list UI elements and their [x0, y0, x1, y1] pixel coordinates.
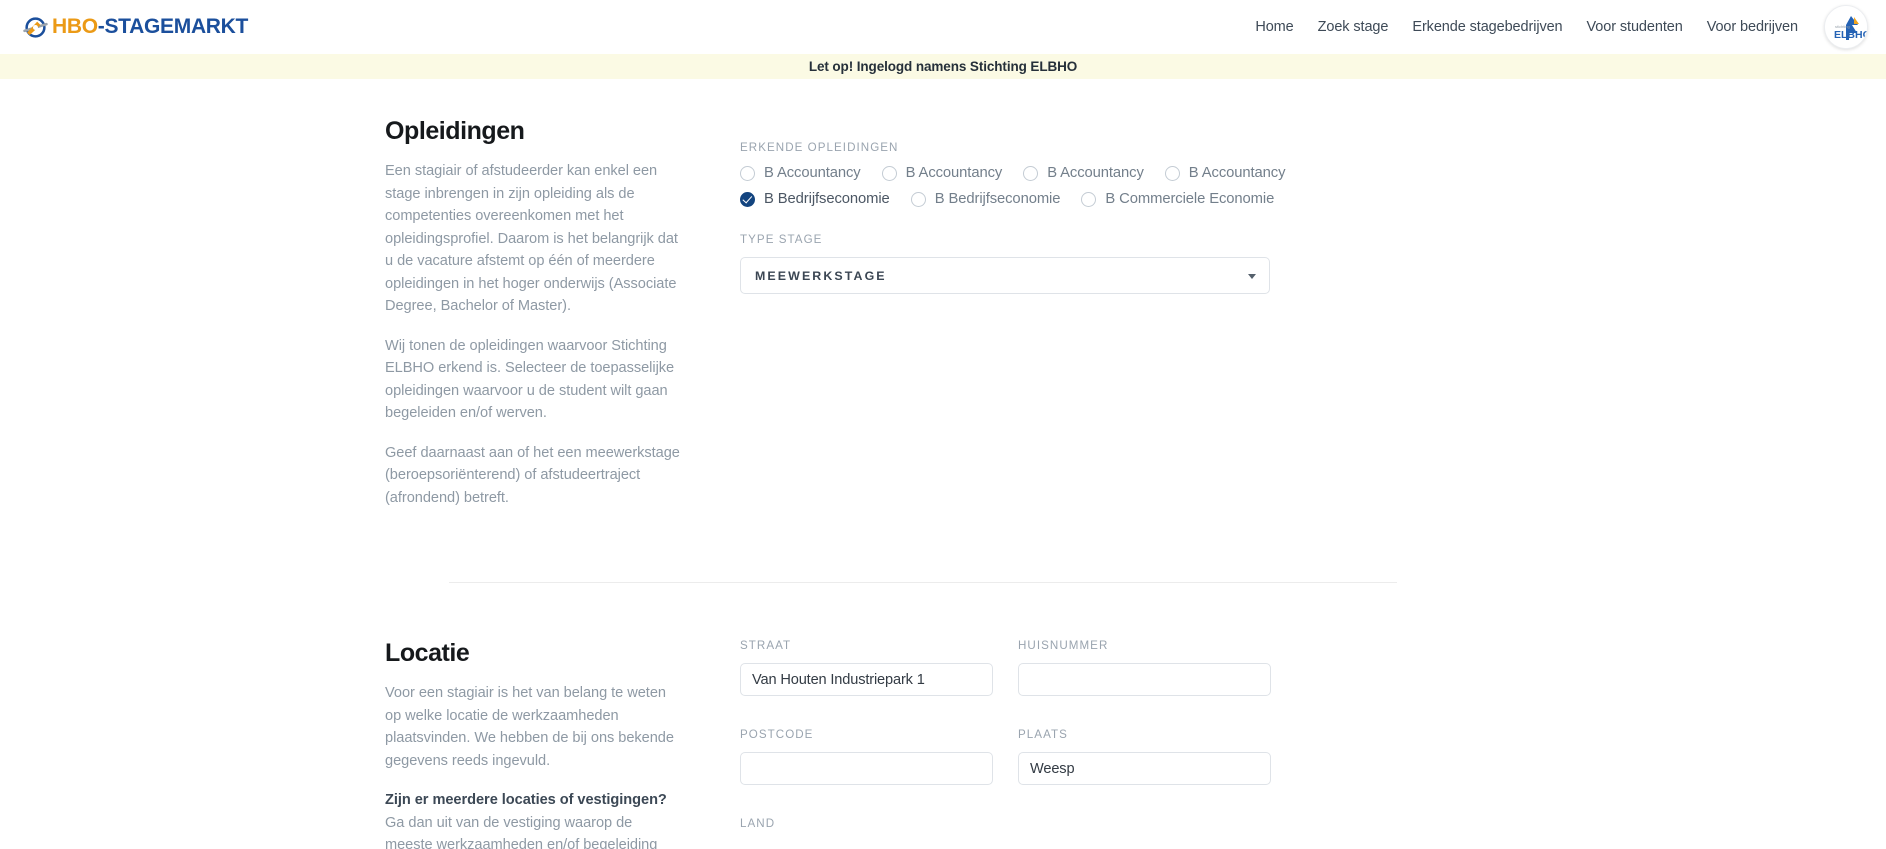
impersonation-alert-banner: Let op! Ingelogd namens Stichting ELBHO	[0, 54, 1886, 79]
opleidingen-paragraph-3: Geef daarnaast aan of het een meewerksta…	[385, 444, 680, 506]
site-header: HBO-STAGEMARKT Home Zoek stage Erkende s…	[0, 0, 1886, 54]
checkbox-item-commerciele-economie[interactable]: B Commerciele Economie	[1081, 191, 1274, 207]
address-input-grid: STRAAT HUISNUMMER POSTCODE PLAATS	[740, 639, 1513, 849]
label-huisnummer: HUISNUMMER	[1018, 639, 1109, 652]
chevron-down-icon[interactable]	[1248, 273, 1256, 279]
label-land: LAND	[740, 817, 776, 830]
straat-input[interactable]	[740, 663, 993, 696]
checkbox-row-1: B Accountancy B Accountancy B Accountanc…	[740, 165, 1513, 181]
alert-message: Let op! Ingelogd namens Stichting ELBHO	[808, 59, 1078, 74]
field-straat: STRAAT	[740, 639, 993, 696]
checkbox-label: B Accountancy	[764, 165, 861, 181]
page-title-opleidingen: Opleidingen	[385, 117, 525, 145]
opleidingen-paragraph-1: Een stagiair of afstudeerder kan enkel e…	[385, 163, 678, 314]
checkbox-icon[interactable]	[740, 165, 755, 181]
brand-text-hbo: HBO	[52, 15, 98, 38]
checkbox-item-bedrijfseconomie-2[interactable]: B Bedrijfseconomie	[910, 191, 1061, 207]
label-straat: STRAAT	[740, 639, 792, 652]
opleidingen-paragraph-2: Wij tonen de opleidingen waarvoor Sticht…	[385, 337, 675, 422]
checkbox-label: B Commerciele Economie	[1105, 191, 1275, 207]
checkbox-row-2: B Bedrijfseconomie B Bedrijfseconomie B …	[740, 191, 1513, 207]
checkbox-label: B Accountancy	[905, 165, 1003, 181]
page-body: Opleidingen Een stagiair of afstudeerder…	[0, 79, 1886, 849]
label-erkende-opleidingen: ERKENDE OPLEIDINGEN	[740, 141, 899, 154]
plaats-input[interactable]	[1018, 752, 1271, 785]
checkbox-icon-checked[interactable]	[740, 191, 755, 207]
avatar-elbho[interactable]: ELBHO stichting	[1824, 5, 1868, 49]
checkbox-label: B Bedrijfseconomie	[934, 191, 1061, 207]
field-plaats: PLAATS	[1018, 728, 1271, 785]
section-divider	[449, 582, 1397, 583]
compass-logo-icon	[22, 14, 49, 41]
checkbox-label: B Bedrijfseconomie	[764, 191, 890, 207]
brand-text-stagemarkt: STAGEMARKT	[104, 15, 249, 38]
nav-item-home[interactable]: Home	[1243, 13, 1305, 41]
postcode-input[interactable]	[740, 752, 993, 785]
field-postcode: POSTCODE	[740, 728, 993, 785]
checkbox-icon[interactable]	[1023, 165, 1039, 181]
type-stage-select[interactable]: MEEWERKSTAGE	[740, 257, 1270, 294]
checkbox-icon[interactable]	[881, 165, 897, 181]
locatie-question-answer: Ga dan uit van de vestiging waarop de me…	[385, 814, 658, 849]
checkbox-item-bedrijfseconomie-1[interactable]: B Bedrijfseconomie	[740, 191, 890, 207]
svg-text:stichting: stichting	[1835, 24, 1850, 29]
locatie-question: Zijn er meerdere locaties of vestigingen…	[385, 789, 680, 812]
checkbox-icon[interactable]	[1081, 191, 1097, 207]
huisnummer-input[interactable]	[1018, 663, 1271, 696]
locatie-form-column: STRAAT HUISNUMMER POSTCODE PLAATS	[740, 639, 1513, 849]
nav-item-voor-studenten[interactable]: Voor studenten	[1575, 13, 1695, 41]
label-type-stage: TYPE STAGE	[740, 233, 823, 246]
svg-text:ELBHO: ELBHO	[1834, 29, 1868, 41]
type-stage-selected-value: MEEWERKSTAGE	[755, 268, 887, 283]
checkbox-item-accountancy-1[interactable]: B Accountancy	[740, 165, 861, 181]
checkbox-icon[interactable]	[1164, 165, 1180, 181]
erkende-opleidingen-checkbox-group: B Accountancy B Accountancy B Accountanc…	[740, 165, 1513, 207]
field-land: LAND	[740, 817, 993, 841]
nav-item-voor-bedrijven[interactable]: Voor bedrijven	[1695, 13, 1810, 41]
checkbox-label: B Accountancy	[1047, 165, 1144, 181]
brand-logo[interactable]: HBO-STAGEMARKT	[22, 14, 248, 41]
opleidingen-form-column: ERKENDE OPLEIDINGEN B Accountancy B Acco…	[740, 117, 1513, 526]
checkbox-item-accountancy-4[interactable]: B Accountancy	[1164, 165, 1286, 181]
label-plaats: PLAATS	[1018, 728, 1068, 741]
nav-item-erkende-stagebedrijven[interactable]: Erkende stagebedrijven	[1400, 13, 1574, 41]
locatie-paragraph: Voor een stagiair is het van belang te w…	[385, 685, 674, 769]
field-huisnummer: HUISNUMMER	[1018, 639, 1271, 696]
opleidingen-description-column: Opleidingen Een stagiair of afstudeerder…	[385, 117, 740, 526]
checkbox-label: B Accountancy	[1188, 165, 1286, 181]
page-title-locatie: Locatie	[385, 639, 470, 667]
main-navigation: Home Zoek stage Erkende stagebedrijven V…	[1243, 5, 1868, 49]
label-postcode: POSTCODE	[740, 728, 814, 741]
section-opleidingen: Opleidingen Een stagiair of afstudeerder…	[0, 79, 1886, 526]
checkbox-item-accountancy-3[interactable]: B Accountancy	[1023, 165, 1144, 181]
brand-wordmark: HBO-STAGEMARKT	[52, 15, 248, 39]
section-locatie: Locatie Voor een stagiair is het van bel…	[0, 583, 1886, 849]
locatie-question-bold: Zijn er meerdere locaties of vestigingen…	[385, 792, 667, 808]
nav-item-zoek-stage[interactable]: Zoek stage	[1306, 13, 1401, 41]
locatie-description-column: Locatie Voor een stagiair is het van bel…	[385, 639, 740, 849]
checkbox-icon[interactable]	[910, 191, 926, 207]
checkbox-item-accountancy-2[interactable]: B Accountancy	[881, 165, 1003, 181]
